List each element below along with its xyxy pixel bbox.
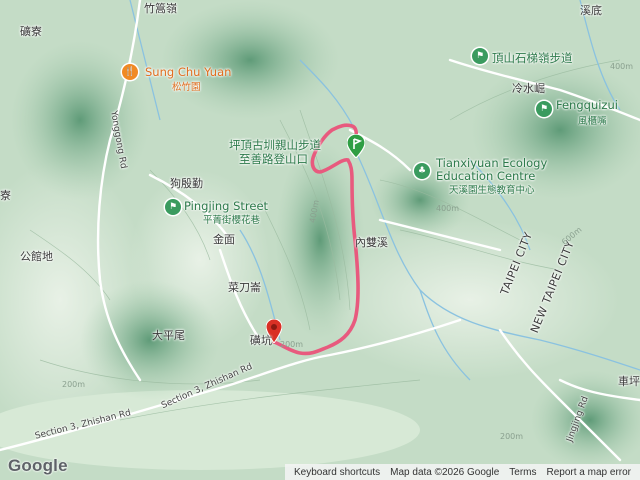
poi-label-pingjing-zh[interactable]: 平菁街櫻花巷	[203, 212, 260, 226]
place-label: 礦寮	[20, 25, 42, 38]
place-label: 車坪	[618, 375, 640, 388]
poi-label-fengqiuzui[interactable]: Fengquizui	[556, 98, 618, 112]
restaurant-icon[interactable]: 🍴	[122, 64, 138, 80]
contour-label: 200m	[280, 340, 304, 349]
place-label: 菜刀崙	[228, 281, 261, 294]
start-pin-icon[interactable]	[346, 133, 366, 159]
poi-label-fengqiuzui-zh[interactable]: 風櫃嘴	[578, 113, 607, 127]
contour-label: 200m	[62, 380, 86, 389]
poi-label-tianxiyuan-2[interactable]: Education Centre	[436, 169, 535, 183]
place-label: 內雙溪	[355, 236, 388, 249]
place-label: 寮	[0, 189, 11, 202]
poi-label-trailhead[interactable]: 至善路登山口	[239, 151, 308, 167]
poi-label-pingjing[interactable]: Pingjing Street	[184, 199, 268, 213]
poi-label-sung-chu-yuan[interactable]: Sung Chu Yuan	[145, 65, 231, 79]
place-label: 竹篙嶺	[144, 2, 177, 15]
poi-label-tianxiyuan[interactable]: Tianxiyuan Ecology	[436, 156, 547, 170]
place-label: 磺坑	[250, 334, 272, 347]
poi-label-sung-chu-yuan-zh[interactable]: 松竹園	[172, 79, 201, 93]
contour-label: 400m	[610, 62, 634, 71]
ridge-north	[160, 0, 340, 120]
place-label: 溪底	[580, 4, 602, 17]
map-canvas[interactable]	[0, 0, 640, 480]
poi-label-dingshan[interactable]: 頂山石梯嶺步道	[492, 50, 573, 66]
place-label: 冷水崛	[512, 82, 545, 95]
contour-label: 200m	[500, 432, 524, 441]
place-label: 公館地	[20, 250, 53, 263]
report-error-link[interactable]: Report a map error	[547, 467, 631, 478]
map-footer: Keyboard shortcuts Map data ©2026 Google…	[0, 464, 640, 480]
poi-label-tianxiyuan-zh[interactable]: 天溪園生態教育中心	[449, 182, 535, 196]
hiking-trail-icon[interactable]: ⚑	[472, 48, 488, 64]
terms-link[interactable]: Terms	[509, 467, 536, 478]
keyboard-shortcuts-link[interactable]: Keyboard shortcuts	[294, 467, 380, 478]
park-icon-pingjing[interactable]: ⚑	[165, 199, 181, 215]
scenic-spot-icon[interactable]: ⚑	[536, 101, 552, 117]
attribution-bar: Keyboard shortcuts Map data ©2026 Google…	[284, 464, 640, 480]
place-label: 大平尾	[152, 329, 185, 342]
place-label: 狗殷勤	[170, 177, 203, 190]
park-tree-icon[interactable]: ♣	[414, 163, 430, 179]
map-data-attribution: Map data ©2026 Google	[390, 466, 500, 478]
place-label: 金面	[213, 233, 235, 246]
contour-label: 400m	[436, 204, 460, 213]
